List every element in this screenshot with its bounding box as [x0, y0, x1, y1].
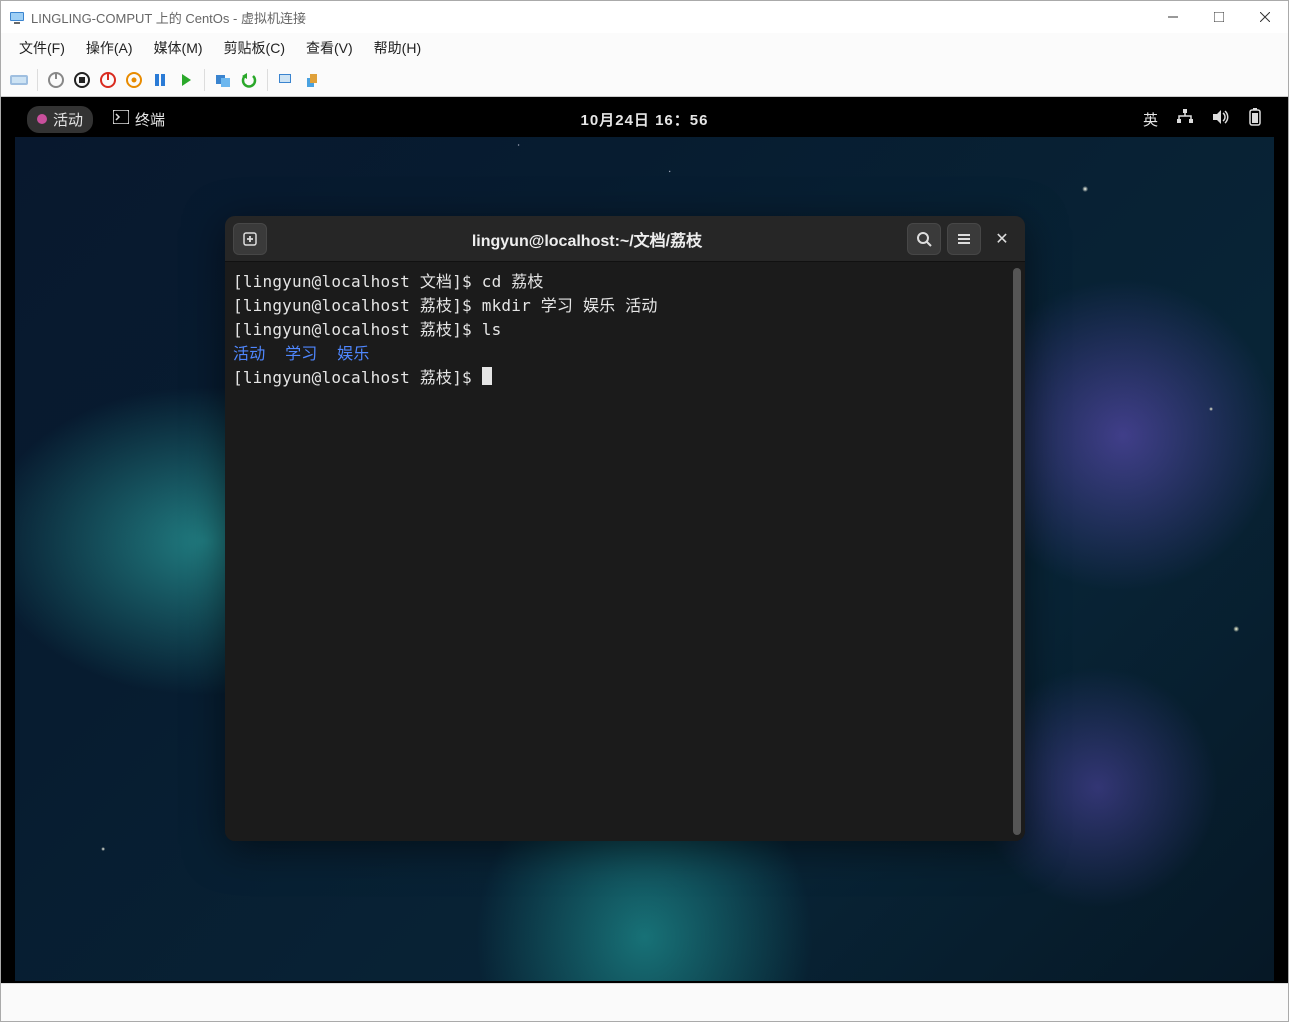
app-menu-label: 终端 [135, 109, 165, 130]
terminal-line: [lingyun@localhost 荔枝]$ mkdir 学习 娱乐 活动 [233, 294, 1013, 318]
terminal-line: [lingyun@localhost 文档]$ cd 荔枝 [233, 270, 1013, 294]
host-toolbar [1, 63, 1288, 97]
terminal-scrollbar[interactable] [1013, 268, 1021, 835]
menu-view[interactable]: 查看(V) [296, 34, 363, 62]
command: cd 荔枝 [482, 272, 544, 291]
command: mkdir 学习 娱乐 活动 [482, 296, 658, 315]
window-controls [1150, 1, 1288, 33]
guest-desktop[interactable]: 活动 终端 10月24日 16：56 英 [15, 101, 1274, 981]
host-titlebar: LINGLING-COMPUT 上的 CentOs - 虚拟机连接 [1, 1, 1288, 33]
stop-button[interactable] [70, 68, 94, 92]
vm-viewport[interactable]: 活动 终端 10月24日 16：56 英 [1, 97, 1288, 983]
search-button[interactable] [907, 223, 941, 255]
terminal-title: lingyun@localhost:~/文档/荔枝 [273, 227, 901, 251]
new-tab-button[interactable] [233, 223, 267, 255]
checkpoint-button[interactable] [211, 68, 235, 92]
command: ls [482, 320, 502, 339]
share-button[interactable] [300, 68, 324, 92]
terminal-icon [113, 110, 129, 128]
host-status-strip [1, 983, 1288, 1021]
host-menubar: 文件(F) 操作(A) 媒体(M) 剪贴板(C) 查看(V) 帮助(H) [1, 33, 1288, 63]
ls-output: 活动 学习 娱乐 [233, 342, 1013, 366]
host-window-title: LINGLING-COMPUT 上的 CentOs - 虚拟机连接 [31, 8, 1150, 27]
prompt: [lingyun@localhost 荔枝]$ [233, 368, 482, 387]
cursor [482, 367, 492, 385]
directory-name: 学习 [285, 344, 317, 363]
input-method-indicator[interactable]: 英 [1143, 109, 1158, 130]
minimize-button[interactable] [1150, 1, 1196, 33]
directory-name: 活动 [233, 344, 265, 363]
activities-label: 活动 [53, 109, 83, 130]
prompt: [lingyun@localhost 荔枝]$ [233, 296, 482, 315]
revert-button[interactable] [237, 68, 261, 92]
toolbar-separator [267, 69, 268, 91]
activities-dot-icon [37, 114, 47, 124]
host-window: LINGLING-COMPUT 上的 CentOs - 虚拟机连接 文件(F) … [0, 0, 1289, 1022]
save-button[interactable] [122, 68, 146, 92]
prompt: [lingyun@localhost 文档]$ [233, 272, 482, 291]
network-icon[interactable] [1176, 109, 1194, 129]
power-icon[interactable] [1248, 108, 1262, 130]
enhanced-session-button[interactable] [274, 68, 298, 92]
menu-clipboard[interactable]: 剪贴板(C) [214, 34, 295, 62]
maximize-button[interactable] [1196, 1, 1242, 33]
terminal-close-button[interactable]: ✕ [987, 229, 1017, 249]
menu-media[interactable]: 媒体(M) [144, 34, 213, 62]
terminal-body[interactable]: [lingyun@localhost 文档]$ cd 荔枝 [lingyun@l… [225, 262, 1025, 841]
vmconnect-icon [9, 9, 25, 25]
reset-button[interactable] [174, 68, 198, 92]
terminal-window[interactable]: lingyun@localhost:~/文档/荔枝 ✕ [lingyun@loc… [225, 216, 1025, 841]
gnome-top-bar: 活动 终端 10月24日 16：56 英 [15, 101, 1274, 137]
toolbar-separator [204, 69, 205, 91]
menu-help[interactable]: 帮助(H) [364, 34, 431, 62]
ctrl-alt-del-button[interactable] [7, 68, 31, 92]
menu-file[interactable]: 文件(F) [9, 34, 75, 62]
pause-button[interactable] [148, 68, 172, 92]
menu-action[interactable]: 操作(A) [76, 34, 143, 62]
terminal-headerbar: lingyun@localhost:~/文档/荔枝 ✕ [225, 216, 1025, 262]
shutdown-button[interactable] [96, 68, 120, 92]
start-button[interactable] [44, 68, 68, 92]
terminal-line: [lingyun@localhost 荔枝]$ ls [233, 318, 1013, 342]
directory-name: 娱乐 [337, 344, 369, 363]
close-button[interactable] [1242, 1, 1288, 33]
activities-button[interactable]: 活动 [27, 106, 93, 133]
menu-button[interactable] [947, 223, 981, 255]
app-menu[interactable]: 终端 [103, 106, 175, 133]
terminal-line: [lingyun@localhost 荔枝]$ [233, 366, 1013, 390]
clock[interactable]: 10月24日 16：56 [581, 109, 709, 130]
toolbar-separator [37, 69, 38, 91]
prompt: [lingyun@localhost 荔枝]$ [233, 320, 482, 339]
volume-icon[interactable] [1212, 109, 1230, 129]
